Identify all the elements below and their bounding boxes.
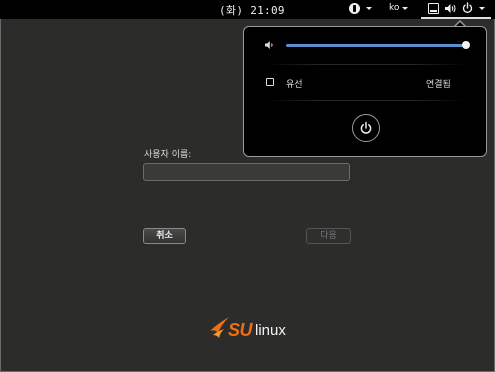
accessibility-caret-icon [366, 7, 372, 10]
language-caret-icon [402, 7, 408, 10]
network-status: 연결됨 [426, 80, 451, 90]
menu-divider [264, 100, 468, 101]
power-icon[interactable] [462, 2, 473, 14]
clock[interactable]: (화) 21:09 [219, 2, 285, 18]
username-input[interactable] [143, 163, 350, 181]
volume-slider[interactable] [286, 44, 468, 47]
system-status-icon[interactable] [428, 3, 439, 14]
power-icon [360, 121, 372, 134]
top-bar: (화) 21:09 ko [0, 0, 495, 19]
username-label: 사용자 이름: [144, 150, 192, 160]
next-button[interactable]: 다음 [306, 228, 351, 244]
network-label[interactable]: 유선 [286, 77, 303, 90]
wired-network-icon [266, 78, 274, 86]
volume-icon[interactable] [444, 3, 457, 14]
menu-divider [264, 64, 468, 65]
cancel-button[interactable]: 취소 [143, 228, 186, 244]
power-off-button[interactable] [352, 114, 380, 142]
system-menu: 유선 연결됨 [243, 26, 487, 157]
volume-low-icon [265, 41, 273, 49]
volume-slider-handle[interactable] [462, 41, 470, 49]
system-menu-caret-icon [479, 7, 485, 10]
language-indicator[interactable]: ko [389, 3, 399, 13]
logo-text-su: SU [228, 320, 253, 340]
system-menu-active-indicator [421, 17, 491, 19]
sulinux-logo: SU linux [208, 313, 288, 345]
logo-text-linux: linux [255, 322, 286, 339]
accessibility-icon[interactable] [349, 3, 360, 14]
